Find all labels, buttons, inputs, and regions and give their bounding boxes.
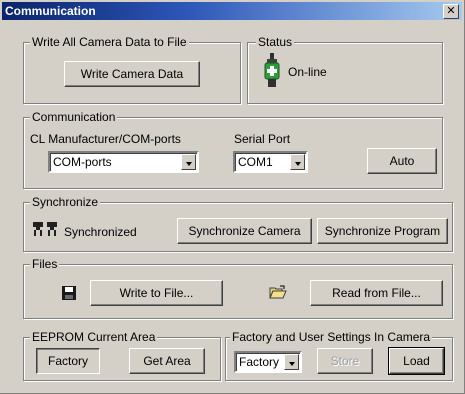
title-bar[interactable]: Communication ✕ [2,2,462,20]
factory-user-group: Factory and User Settings In Camera Fact… [225,330,453,381]
status-text: On-line [288,65,327,79]
settings-select[interactable]: Factory [234,351,302,373]
chevron-down-icon[interactable] [181,154,196,170]
manufacturer-select[interactable]: COM-ports [48,151,199,173]
status-group: Status On-line [247,35,443,104]
manufacturer-label: CL Manufacturer/COM-ports [30,132,181,146]
serial-port-label: Serial Port [234,132,291,146]
sync-status-text: Synchronized [64,225,137,239]
eeprom-factory-button[interactable]: Factory [36,348,100,374]
files-legend: Files [30,257,60,271]
open-folder-icon [269,285,287,299]
communication-window: Communication ✕ Write All Camera Data to… [0,0,465,394]
store-button[interactable]: Store [317,348,373,374]
synchronize-program-button[interactable]: Synchronize Program [317,218,448,244]
get-area-button[interactable]: Get Area [129,348,205,374]
write-to-file-button[interactable]: Write to File... [90,280,223,306]
close-button[interactable]: ✕ [443,4,459,19]
synchronized-connectors-icon [33,222,57,236]
synchronize-camera-button[interactable]: Synchronize Camera [177,218,312,244]
eeprom-legend: EEPROM Current Area [30,330,158,344]
eeprom-group: EEPROM Current Area Factory Get Area [23,330,221,381]
connector-plug-icon [264,53,280,87]
communication-legend: Communication [30,110,118,124]
serial-port-select[interactable]: COM1 [233,151,308,173]
communication-group: Communication CL Manufacturer/COM-ports … [23,110,443,189]
window-title: Communication [5,4,96,18]
synchronize-legend: Synchronize [30,195,101,209]
load-button[interactable]: Load [388,347,445,375]
synchronize-group: Synchronize Synchronized Synchronize Cam… [23,195,453,252]
chevron-down-icon[interactable] [284,354,299,370]
auto-button[interactable]: Auto [367,148,437,174]
chevron-down-icon[interactable] [290,154,305,170]
floppy-disk-icon [62,286,76,300]
write-all-group: Write All Camera Data to File Write Came… [23,35,241,104]
files-group: Files Write to File... Read from File... [23,257,453,319]
read-from-file-button[interactable]: Read from File... [310,280,443,306]
factory-user-legend: Factory and User Settings In Camera [230,330,433,344]
write-camera-data-button[interactable]: Write Camera Data [64,61,200,87]
status-legend: Status [256,35,295,49]
write-all-legend: Write All Camera Data to File [30,35,189,49]
close-icon[interactable]: ✕ [446,4,455,17]
